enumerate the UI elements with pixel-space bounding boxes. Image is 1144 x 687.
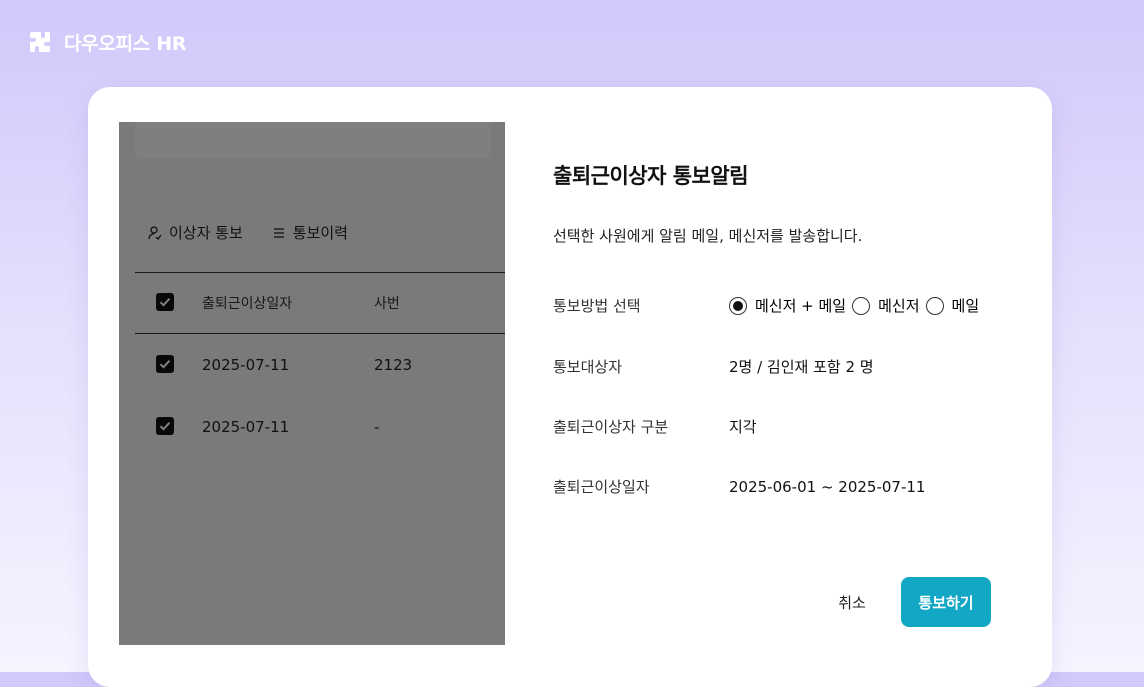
method-row: 통보방법 선택 메신저 + 메일 메신저 메일 bbox=[553, 295, 979, 316]
date-range-value: 2025-06-01 ~ 2025-07-11 bbox=[729, 477, 926, 496]
radio-circle[interactable] bbox=[925, 296, 944, 315]
radio-label: 메신저 bbox=[878, 297, 920, 315]
category-label: 출퇴근이상자 구분 bbox=[553, 418, 669, 436]
puzzle-logo-icon bbox=[30, 32, 50, 52]
category-row: 출퇴근이상자 구분 지각 bbox=[553, 416, 757, 437]
category-value: 지각 bbox=[729, 418, 757, 436]
notify-submit-button[interactable]: 통보하기 bbox=[901, 577, 991, 627]
brand-name: 다우오피스 HR bbox=[64, 32, 187, 55]
radio-label: 메일 bbox=[951, 297, 980, 315]
cancel-button[interactable]: 취소 bbox=[817, 580, 887, 624]
date-range-label: 출퇴근이상일자 bbox=[553, 478, 650, 496]
radio-messenger[interactable]: 메신저 bbox=[852, 295, 920, 316]
dialog-title: 출퇴근이상자 통보알림 bbox=[553, 164, 749, 188]
radio-dot bbox=[733, 300, 743, 311]
radio-circle[interactable] bbox=[852, 296, 871, 315]
modal-backdrop[interactable] bbox=[119, 122, 505, 645]
radio-circle-selected[interactable] bbox=[729, 296, 747, 315]
radio-label: 메신저 + 메일 bbox=[755, 297, 847, 315]
dialog-description: 선택한 사원에게 알림 메일, 메신저를 발송합니다. bbox=[553, 227, 863, 245]
method-label: 통보방법 선택 bbox=[553, 297, 641, 315]
method-radio-group: 메신저 + 메일 메신저 메일 bbox=[729, 295, 979, 316]
target-row: 통보대상자 2명 / 김인재 포함 2 명 bbox=[553, 356, 874, 377]
target-value: 2명 / 김인재 포함 2 명 bbox=[729, 358, 874, 376]
date-range-row: 출퇴근이상일자 2025-06-01 ~ 2025-07-11 bbox=[553, 476, 925, 497]
notify-dialog: 출퇴근이상자 통보알림 선택한 사원에게 알림 메일, 메신저를 발송합니다. … bbox=[505, 122, 1052, 645]
target-label: 통보대상자 bbox=[553, 358, 623, 376]
radio-messenger-mail[interactable]: 메신저 + 메일 bbox=[729, 295, 846, 316]
background-screen: 이상자 통보 통보이력 출퇴근이상일자 사번 bbox=[119, 122, 505, 645]
radio-mail[interactable]: 메일 bbox=[925, 295, 980, 316]
brand[interactable]: 다우오피스 HR bbox=[26, 28, 186, 56]
